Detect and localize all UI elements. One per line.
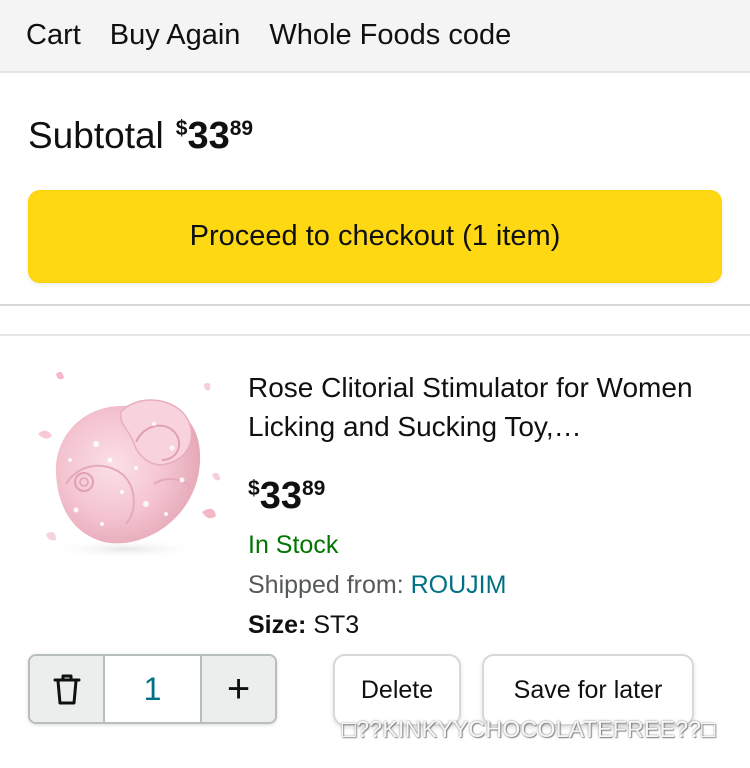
item-price-whole: 33 xyxy=(259,475,302,517)
item-size: Size: ST3 xyxy=(248,611,359,640)
subtotal-label: Subtotal xyxy=(28,115,164,156)
divider xyxy=(0,304,750,306)
product-image[interactable] xyxy=(26,364,226,564)
item-price-fraction: 89 xyxy=(301,477,326,500)
subtotal: Subtotal $ 33 89 xyxy=(28,110,253,162)
stock-status: In Stock xyxy=(248,531,339,559)
product-title-link[interactable]: Rose Clitorial Stimulator for Women Lick… xyxy=(248,368,728,446)
proceed-to-checkout-button[interactable]: Proceed to checkout (1 item) xyxy=(28,190,722,283)
subtotal-whole: 33 xyxy=(187,115,230,157)
watermark: □??KINKYYCHOCOLATEFREE??□ xyxy=(342,716,716,742)
divider xyxy=(0,334,750,336)
size-value: ST3 xyxy=(313,611,360,639)
subtotal-price: $ 33 89 xyxy=(176,110,253,162)
nav-cart-link[interactable]: Cart xyxy=(26,19,81,52)
size-key: Size: xyxy=(248,611,307,639)
item-price: $ 33 89 xyxy=(248,470,325,522)
item-price-currency: $ xyxy=(248,477,260,500)
quantity-value[interactable]: 1 xyxy=(103,656,202,722)
nav-buy-again-link[interactable]: Buy Again xyxy=(110,19,241,52)
quantity-stepper: 1 + xyxy=(28,654,277,724)
shipped-from: Shipped from: ROUJIM xyxy=(248,571,506,600)
trash-icon xyxy=(53,674,80,705)
increase-quantity-button[interactable]: + xyxy=(202,656,275,722)
decrease-quantity-button[interactable] xyxy=(30,656,103,722)
subtotal-currency: $ xyxy=(175,117,188,140)
nav-whole-foods-code-link[interactable]: Whole Foods code xyxy=(269,19,511,52)
shipped-from-label: Shipped from: xyxy=(248,571,411,599)
subtotal-fraction: 89 xyxy=(229,117,254,140)
plus-icon: + xyxy=(226,667,251,711)
top-nav: Cart Buy Again Whole Foods code xyxy=(0,0,750,73)
seller-link[interactable]: ROUJIM xyxy=(411,571,507,599)
